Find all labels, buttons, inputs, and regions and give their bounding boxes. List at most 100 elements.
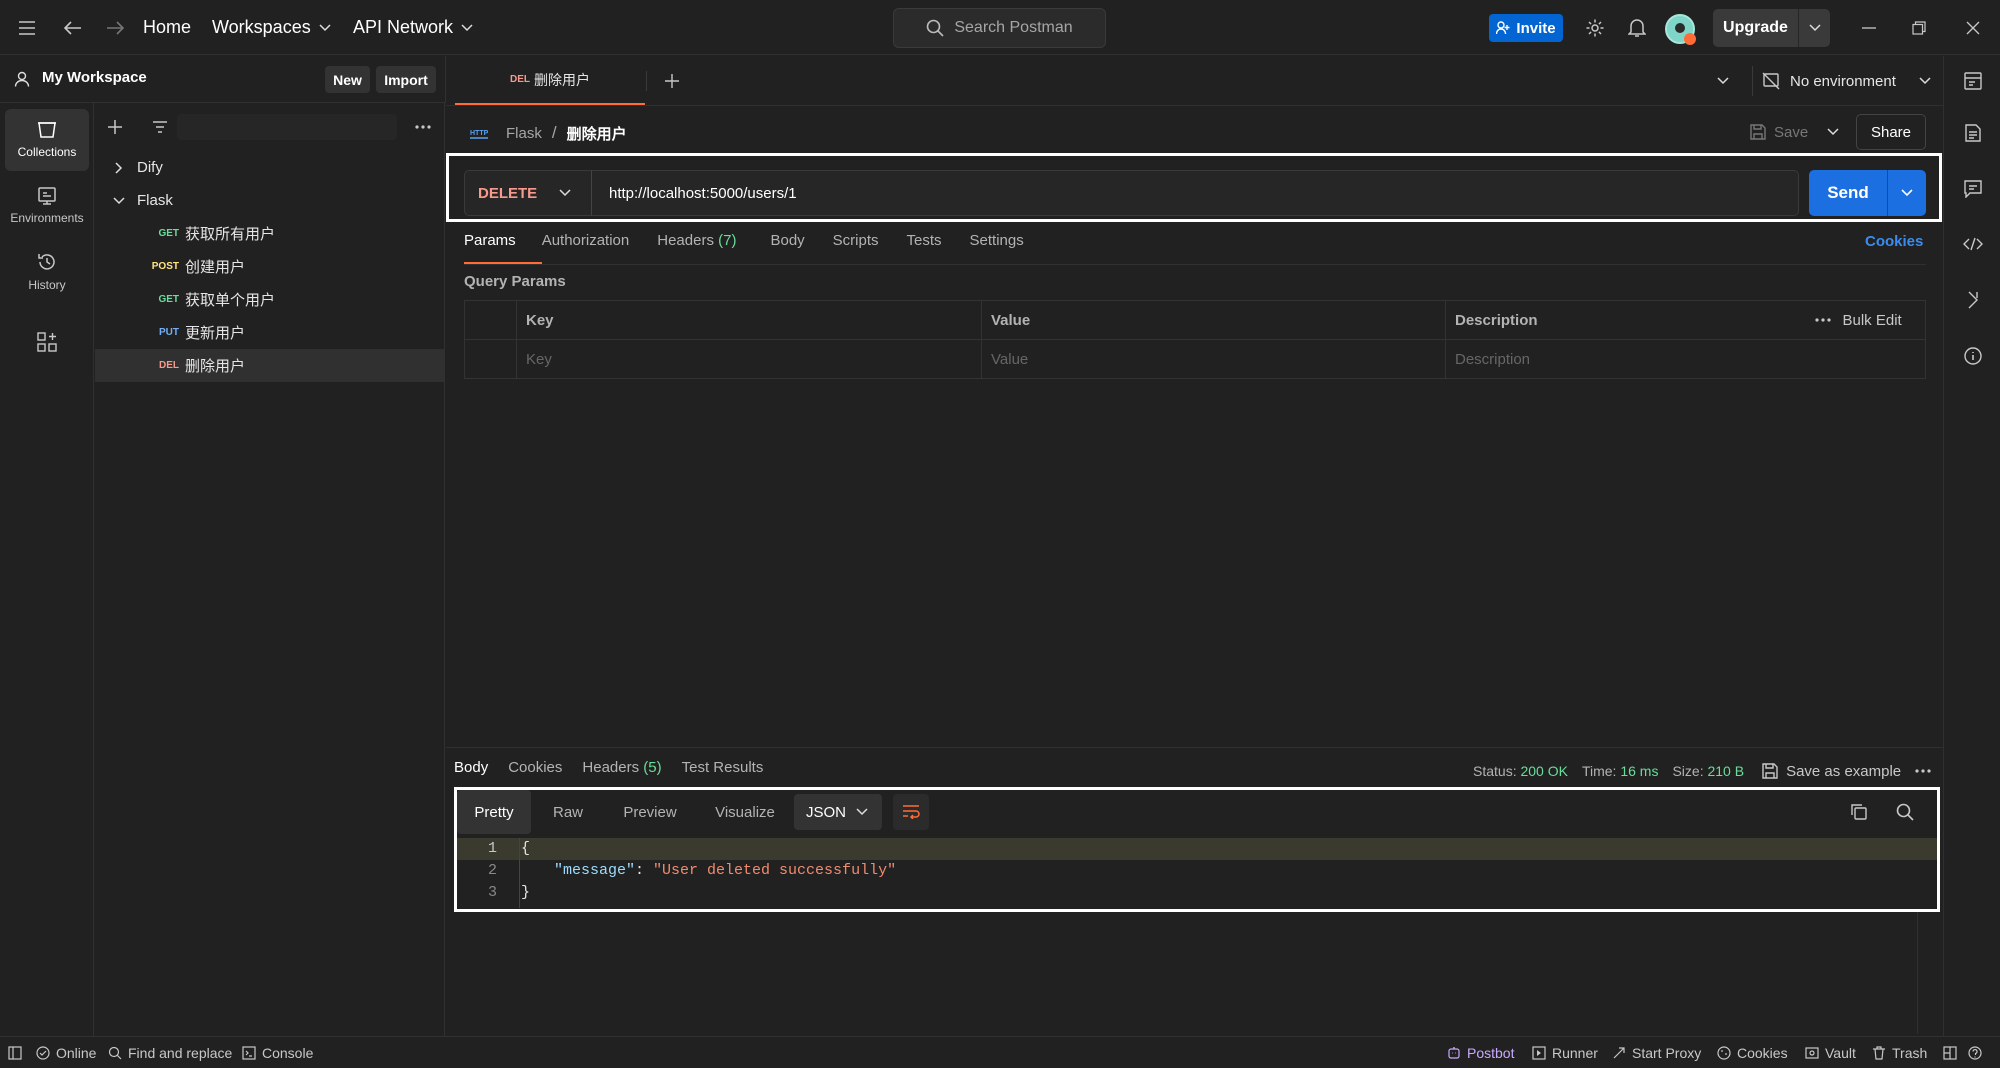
copy-icon[interactable] <box>1847 800 1871 824</box>
tab-headers[interactable]: Headers (7) <box>657 232 770 264</box>
description-input[interactable]: Description <box>1445 339 1926 379</box>
right-rail <box>1943 56 2000 1036</box>
collections-sidebar: Dify Flask GET 获取所有用户 POST 创建用户 GET 获取单个… <box>95 103 445 1036</box>
chevron-down-icon[interactable] <box>1799 9 1830 47</box>
close-window-icon[interactable] <box>1960 15 1986 41</box>
editor-scrollbar[interactable] <box>1917 912 1918 1034</box>
runner-button[interactable]: Runner <box>1532 1037 1598 1068</box>
restore-window-icon[interactable] <box>1906 15 1932 41</box>
tab-list-chevron-icon[interactable] <box>1711 69 1735 93</box>
request-item[interactable]: GET 获取所有用户 <box>95 217 445 250</box>
tab-active-request[interactable]: DEL 删除用户 <box>455 56 645 105</box>
time-readout[interactable]: Time: 16 ms <box>1582 763 1659 779</box>
apps-grid-icon[interactable] <box>33 328 61 356</box>
tab-body[interactable]: Body <box>770 232 832 264</box>
vault-button[interactable]: Vault <box>1805 1037 1856 1068</box>
sidebar-search-input[interactable] <box>177 114 397 140</box>
filter-icon[interactable] <box>148 115 172 139</box>
key-input[interactable]: Key <box>516 339 982 379</box>
format-selector[interactable]: JSON <box>794 794 882 830</box>
minimize-window-icon[interactable] <box>1856 15 1882 41</box>
add-collection-icon[interactable] <box>103 115 127 139</box>
postbot-button[interactable]: Postbot <box>1447 1037 1514 1068</box>
request-item[interactable]: PUT 更新用户 <box>95 316 445 349</box>
method-selector[interactable]: DELETE <box>464 170 592 216</box>
documentation-icon[interactable] <box>1960 120 1986 146</box>
tab-settings[interactable]: Settings <box>970 232 1024 264</box>
rail-collections[interactable]: Collections <box>5 109 89 171</box>
tab-scripts[interactable]: Scripts <box>833 232 907 264</box>
more-options-icon[interactable] <box>411 115 435 139</box>
rail-environments[interactable]: Environments <box>5 175 89 237</box>
url-input[interactable]: http://localhost:5000/users/1 <box>591 170 1799 216</box>
request-item[interactable]: POST 创建用户 <box>95 250 445 283</box>
cookies-button[interactable]: Cookies <box>1717 1037 1788 1068</box>
comments-icon[interactable] <box>1960 176 1986 202</box>
request-item-selected[interactable]: DEL 删除用户 <box>95 349 445 382</box>
send-options-chevron-icon[interactable] <box>1888 170 1926 216</box>
new-tab-icon[interactable] <box>660 69 684 93</box>
collection-item-flask[interactable]: Flask <box>95 184 445 217</box>
value-input[interactable]: Value <box>981 339 1446 379</box>
more-options-icon[interactable] <box>1915 769 1931 773</box>
request-item[interactable]: GET 获取单个用户 <box>95 283 445 316</box>
json-brace: { <box>521 840 531 857</box>
view-preview-button[interactable]: Preview <box>605 790 695 834</box>
invite-button[interactable]: Invite <box>1489 14 1563 42</box>
code-icon[interactable] <box>1960 231 1986 257</box>
help-icon[interactable] <box>1968 1037 1982 1068</box>
save-button[interactable]: Save <box>1750 118 1808 146</box>
status-readout[interactable]: Status: 200 OK <box>1473 763 1568 779</box>
share-button[interactable]: Share <box>1856 114 1926 150</box>
response-tab-body[interactable]: Body <box>454 759 488 783</box>
settings-gear-icon[interactable] <box>1582 15 1608 41</box>
tab-params[interactable]: Params <box>464 232 542 264</box>
menu-icon[interactable] <box>14 15 40 41</box>
home-link[interactable]: Home <box>143 0 191 55</box>
collection-item-dify[interactable]: Dify <box>95 151 445 184</box>
tab-authorization[interactable]: Authorization <box>542 232 658 264</box>
search-icon[interactable] <box>1893 800 1917 824</box>
send-button[interactable]: Send <box>1809 170 1926 216</box>
environment-quicklook-icon[interactable] <box>1960 68 1986 94</box>
upgrade-button[interactable]: Upgrade <box>1713 9 1830 47</box>
breadcrumb-collection[interactable]: Flask <box>506 125 542 142</box>
response-code-editor[interactable]: 1 { 2 "message": "User deleted successfu… <box>457 838 1937 908</box>
find-replace-button[interactable]: Find and replace <box>108 1037 232 1068</box>
api-network-menu[interactable]: API Network <box>353 0 473 55</box>
response-tab-headers[interactable]: Headers (5) <box>582 759 661 783</box>
workspace-name[interactable]: My Workspace <box>42 69 147 86</box>
environment-selector[interactable]: No environment <box>1762 66 1937 96</box>
view-visualize-button[interactable]: Visualize <box>695 790 795 834</box>
notification-bell-icon[interactable] <box>1624 15 1650 41</box>
related-collections-icon[interactable] <box>1960 287 1986 313</box>
back-arrow-icon[interactable] <box>60 15 86 41</box>
code-line: 2 "message": "User deleted successfully" <box>457 860 1937 882</box>
save-options-chevron-icon[interactable] <box>1821 120 1845 144</box>
trash-button[interactable]: Trash <box>1872 1037 1927 1068</box>
online-status[interactable]: Online <box>36 1037 96 1068</box>
layout-toggle-icon[interactable] <box>1943 1037 1957 1068</box>
new-button[interactable]: New <box>325 66 370 93</box>
search-input[interactable]: Search Postman <box>893 8 1106 48</box>
size-readout[interactable]: Size: 210 B <box>1672 763 1744 779</box>
request-title[interactable]: 删除用户 <box>567 123 627 144</box>
wrap-lines-icon[interactable] <box>893 794 929 830</box>
forward-arrow-icon[interactable] <box>102 15 128 41</box>
save-as-example-button[interactable]: Save as example <box>1762 763 1901 780</box>
toggle-sidebar-icon[interactable] <box>8 1037 22 1068</box>
console-button[interactable]: Console <box>242 1037 313 1068</box>
view-pretty-button[interactable]: Pretty <box>457 790 531 834</box>
workspaces-menu[interactable]: Workspaces <box>212 0 331 55</box>
info-icon[interactable] <box>1960 343 1986 369</box>
import-button[interactable]: Import <box>376 66 436 93</box>
cookies-link[interactable]: Cookies <box>1865 233 1923 250</box>
response-tab-cookies[interactable]: Cookies <box>508 759 562 783</box>
avatar[interactable] <box>1665 14 1696 45</box>
start-proxy-button[interactable]: Start Proxy <box>1612 1037 1701 1068</box>
rail-history[interactable]: History <box>5 241 89 303</box>
tab-tests[interactable]: Tests <box>907 232 970 264</box>
bulk-edit-link[interactable]: Bulk Edit <box>1843 312 1902 329</box>
response-tab-test-results[interactable]: Test Results <box>682 759 764 783</box>
view-raw-button[interactable]: Raw <box>531 790 605 834</box>
